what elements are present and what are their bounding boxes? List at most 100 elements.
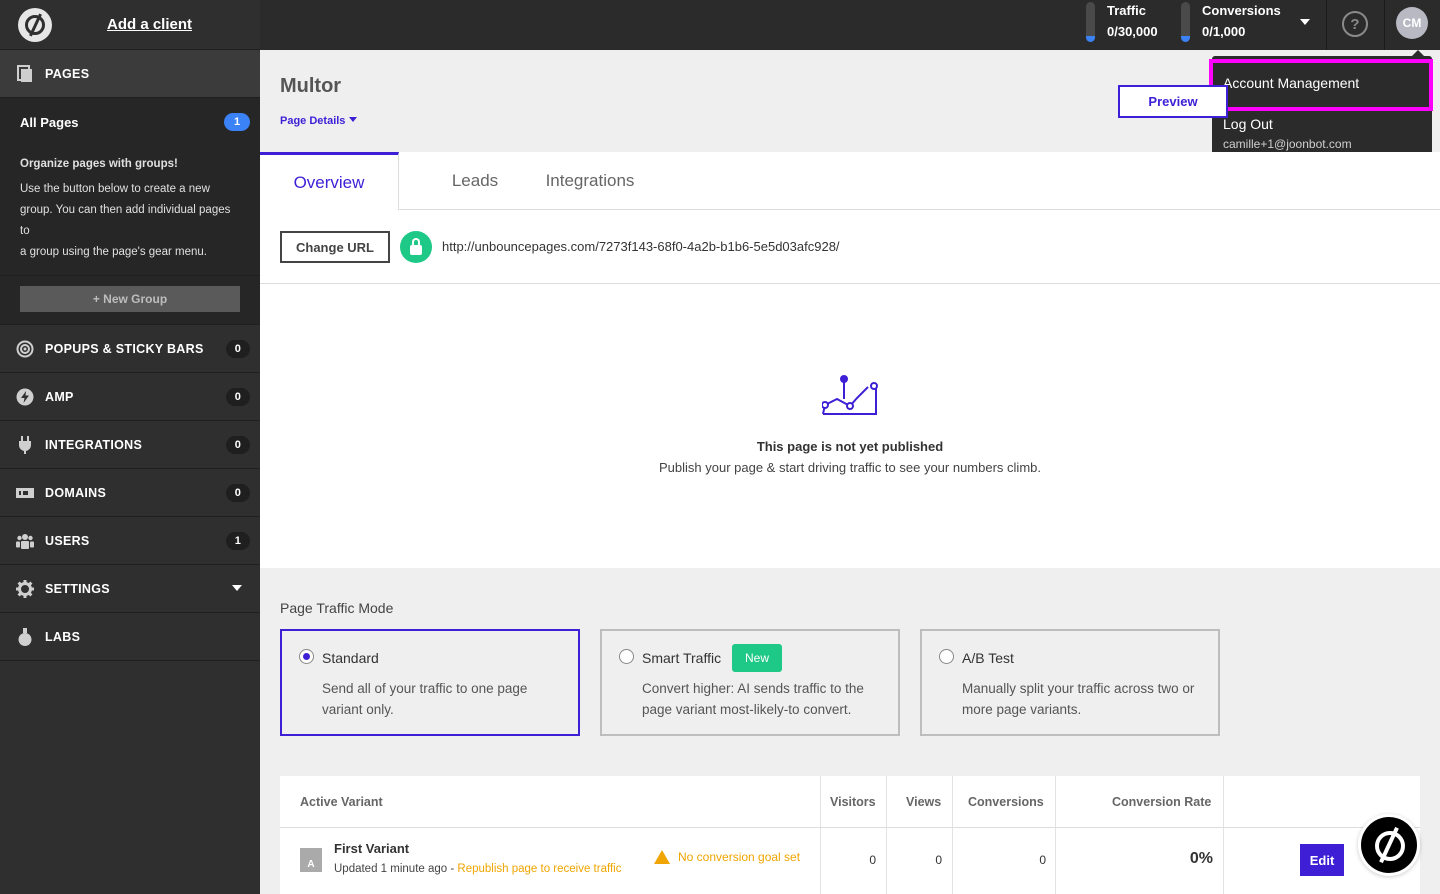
table-row: A First Variant Updated 1 minute ago - R… xyxy=(280,828,1420,894)
traffic-mode-ab-test[interactable]: A/B Test Manually split your traffic acr… xyxy=(920,629,1220,736)
traffic-mode-smart-traffic[interactable]: Smart Traffic New Convert higher: AI sen… xyxy=(600,629,900,736)
groups-heading: Organize pages with groups! xyxy=(20,158,178,170)
page-title: Multor xyxy=(280,75,342,97)
sidebar-item-label: INTEGRATIONS xyxy=(45,437,143,452)
smart-traffic-radio[interactable] xyxy=(619,649,634,664)
main-content: Multor Page Details Preview Overview Lea… xyxy=(260,50,1440,894)
sidebar-item-amp[interactable]: AMP 0 xyxy=(0,373,260,421)
mode-description: Manually split your traffic across two o… xyxy=(962,681,1195,717)
avatar[interactable]: CM xyxy=(1396,7,1428,39)
sidebar-item-domains[interactable]: DOMAINS 0 xyxy=(0,469,260,517)
groups-help-line: Use the button below to create a new xyxy=(20,183,210,195)
count-badge: 1 xyxy=(226,532,250,550)
count-badge: 0 xyxy=(226,484,250,502)
new-badge: New xyxy=(732,644,782,672)
variant-name[interactable]: First Variant xyxy=(334,841,409,856)
pages-icon xyxy=(16,64,34,83)
mode-title: A/B Test xyxy=(962,650,1014,666)
sidebar-item-label: POPUPS & STICKY BARS xyxy=(45,341,204,356)
gear-icon xyxy=(16,579,34,598)
traffic-mode-standard[interactable]: Standard Send all of your traffic to one… xyxy=(280,629,580,736)
lock-icon xyxy=(400,231,432,263)
change-url-button[interactable]: Change URL xyxy=(280,231,390,263)
sidebar-item-all-pages[interactable]: All Pages 1 xyxy=(0,98,260,146)
empty-state-title: This page is not yet published xyxy=(756,439,944,454)
conversions-label: Conversions xyxy=(1202,3,1281,18)
divider xyxy=(1384,0,1385,50)
variant-table: Active Variant Visitors Views Conversion… xyxy=(280,776,1420,894)
unbounce-logo-icon[interactable] xyxy=(18,7,52,42)
help-icon[interactable]: ? xyxy=(1342,11,1368,37)
sidebar-item-label: DOMAINS xyxy=(45,485,107,500)
lightning-icon xyxy=(16,388,34,406)
chevron-down-icon xyxy=(232,585,242,591)
ab-test-radio[interactable] xyxy=(939,649,954,664)
page-details-dropdown[interactable]: Page Details xyxy=(280,115,358,127)
users-icon xyxy=(16,532,34,550)
variant-updated: Updated 1 minute ago - Republish page to… xyxy=(334,863,621,875)
warning-text: No conversion goal set xyxy=(678,850,801,864)
sidebar-item-integrations[interactable]: INTEGRATIONS 0 xyxy=(0,421,260,469)
traffic-label: Traffic xyxy=(1107,3,1147,18)
preview-button[interactable]: Preview xyxy=(1118,85,1228,118)
new-group-container: + New Group xyxy=(0,276,260,325)
variant-table-header: Active Variant Visitors Views Conversion… xyxy=(280,776,1420,828)
url-row: Change URL http://unbouncepages.com/7273… xyxy=(260,210,1440,284)
usage-dropdown-chevron-icon[interactable] xyxy=(1300,19,1310,25)
variant-updated-text: Updated 1 minute ago - xyxy=(334,863,458,875)
mode-description: Convert higher: AI sends traffic to the … xyxy=(642,681,864,717)
conversions-meter: Conversions 0/1,000 xyxy=(1181,0,1281,50)
chevron-down-icon xyxy=(349,117,358,122)
groups-help-line: group. You can then add individual pages… xyxy=(20,204,231,237)
sidebar-item-users[interactable]: USERS 1 xyxy=(0,517,260,565)
page-url[interactable]: http://unbouncepages.com/7273f143-68f0-4… xyxy=(442,239,840,254)
traffic-value: 0/30,000 xyxy=(1107,24,1158,39)
conversions-value: 0 xyxy=(1039,853,1046,867)
sidebar-item-label: AMP xyxy=(45,389,74,404)
sidebar-item-popups[interactable]: POPUPS & STICKY BARS 0 xyxy=(0,325,260,373)
count-badge: 0 xyxy=(226,340,250,358)
traffic-meter-bar xyxy=(1086,2,1095,42)
conversions-value: 0/1,000 xyxy=(1202,24,1246,39)
new-group-button[interactable]: + New Group xyxy=(20,286,240,312)
conversion-rate-value: 0% xyxy=(1189,850,1213,867)
conversion-goal-warning[interactable]: No conversion goal set xyxy=(654,850,800,864)
all-pages-count-badge: 1 xyxy=(224,113,250,131)
sidebar-item-settings[interactable]: SETTINGS xyxy=(0,565,260,613)
sidebar-item-label: LABS xyxy=(45,629,81,644)
groups-help-line: a group using the page's gear menu. xyxy=(20,246,207,258)
republish-link[interactable]: Republish page to receive traffic xyxy=(457,863,621,875)
tab-integrations[interactable]: Integrations xyxy=(535,152,645,210)
sidebar-item-labs[interactable]: LABS xyxy=(0,613,260,661)
page-details-label: Page Details xyxy=(280,115,346,127)
sidebar-item-pages[interactable]: PAGES xyxy=(0,50,260,98)
tab-overview[interactable]: Overview xyxy=(260,152,399,210)
sidebar-header: Add a client xyxy=(0,0,260,50)
empty-state: This page is not yet published Publish y… xyxy=(260,284,1440,568)
variant-badge: A xyxy=(300,848,322,872)
help-chat-logo-icon[interactable] xyxy=(1358,814,1420,876)
tab-leads[interactable]: Leads xyxy=(420,152,530,210)
warning-icon xyxy=(654,850,670,864)
empty-state-text: Publish your page & start driving traffi… xyxy=(659,460,1041,475)
line-chart-icon xyxy=(822,375,878,415)
edit-variant-button[interactable]: Edit xyxy=(1300,844,1344,876)
sidebar-item-label: USERS xyxy=(45,533,90,548)
sidebar: Add a client PAGES All Pages 1 Organize … xyxy=(0,0,260,894)
mode-title: Smart Traffic xyxy=(642,650,722,666)
standard-radio[interactable] xyxy=(299,649,314,664)
conversions-meter-bar xyxy=(1181,2,1190,42)
views-value: 0 xyxy=(935,853,942,867)
add-client-link[interactable]: Add a client xyxy=(107,16,192,33)
groups-help: Organize pages with groups! Use the butt… xyxy=(0,146,260,276)
traffic-mode-label: Page Traffic Mode xyxy=(280,600,394,616)
mode-description: Send all of your traffic to one page var… xyxy=(322,681,528,717)
top-bar: Traffic 0/30,000 Conversions 0/1,000 ? C… xyxy=(260,0,1440,50)
sidebar-item-label: SETTINGS xyxy=(45,581,110,596)
header-views: Views xyxy=(906,795,942,809)
all-pages-label: All Pages xyxy=(20,114,79,130)
target-icon xyxy=(16,340,34,358)
flask-icon xyxy=(16,627,34,646)
count-badge: 0 xyxy=(226,436,250,454)
traffic-meter: Traffic 0/30,000 xyxy=(1086,0,1158,50)
